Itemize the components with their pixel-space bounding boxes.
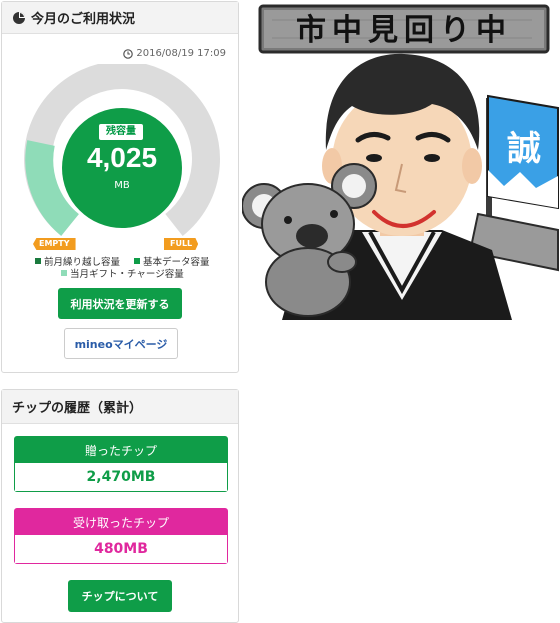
makoto-flag: 誠	[487, 94, 559, 210]
flag-text: 誠	[507, 129, 541, 169]
refresh-usage-button[interactable]: 利用状況を更新する	[58, 288, 182, 319]
remaining-value: 4,025	[86, 142, 158, 173]
remaining-label: 残容量	[99, 124, 143, 140]
about-tips-button[interactable]: チップについて	[68, 580, 172, 612]
received-tips-box: 受け取ったチップ 480MB	[14, 508, 228, 564]
legend-gift-label: 当月ギフト・チャージ容量	[70, 269, 184, 280]
clock-icon	[123, 48, 134, 59]
legend-gift: 当月ギフト・チャージ容量	[61, 266, 184, 280]
tip-history-panel: チップの履歴（累計） 贈ったチップ 2,470MB 受け取ったチップ 480MB…	[1, 389, 239, 623]
full-marker: FULL	[164, 238, 199, 250]
wooden-sign: 市中見回り中	[258, 4, 550, 54]
timestamp-text: 2016/08/19 17:09	[136, 48, 226, 59]
banner-text: 市中見回り中	[296, 13, 512, 48]
empty-marker: EMPTY	[33, 238, 76, 250]
pie-chart-icon	[13, 11, 25, 24]
received-tips-value: 480MB	[15, 535, 227, 563]
usage-panel-header: 今月のご利用状況	[2, 2, 238, 34]
tip-panel-header: チップの履歴（累計）	[2, 390, 238, 424]
legend-swatch-gift	[61, 270, 67, 276]
usage-panel-title: 今月のご利用状況	[31, 12, 136, 27]
mascot-illustration: 市中見回り中 誠	[242, 4, 559, 320]
sent-tips-value: 2,470MB	[15, 463, 227, 491]
sent-tips-label: 贈ったチップ	[15, 437, 227, 463]
usage-status-panel: 今月のご利用状況 2016/08/19 17:09 残容量 4,025 MB E…	[1, 1, 239, 373]
mineo-mypage-button[interactable]: mineoマイページ	[64, 328, 178, 359]
legend-swatch-basic	[134, 258, 140, 264]
last-updated-time: 2016/08/19 17:09	[123, 48, 226, 59]
remaining-unit: MB	[114, 180, 130, 191]
legend-swatch-carryover	[35, 258, 41, 264]
received-tips-label: 受け取ったチップ	[15, 509, 227, 535]
tip-panel-title: チップの履歴（累計）	[12, 401, 143, 416]
sent-tips-box: 贈ったチップ 2,470MB	[14, 436, 228, 492]
